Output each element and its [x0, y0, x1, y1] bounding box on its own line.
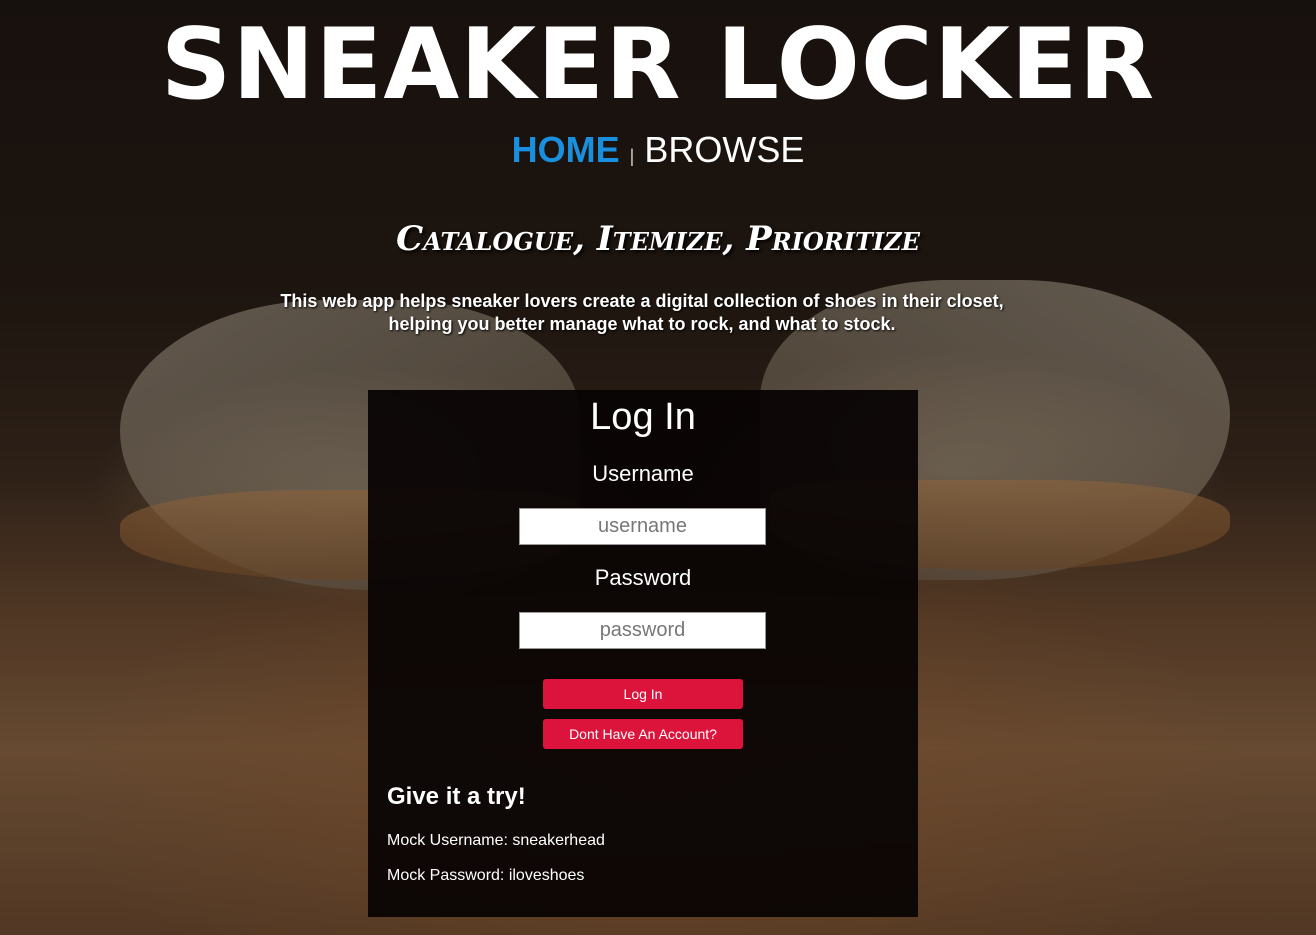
login-button[interactable]: Log In — [543, 679, 743, 709]
site-logo-title: SNEAKER LOCKER — [160, 8, 1156, 122]
password-label: Password — [594, 565, 692, 590]
signup-button[interactable]: Dont Have An Account? — [543, 719, 743, 749]
main-nav: HOME | BROWSE — [0, 128, 1316, 178]
mock-password-text: Mock Password: iloveshoes — [387, 867, 585, 884]
login-title: Log In — [590, 396, 696, 438]
username-label: Username — [592, 461, 694, 486]
login-panel: Log In Username Password Log In Dont Hav… — [368, 390, 918, 917]
username-input[interactable] — [519, 508, 766, 545]
tagline: Catalogue, Itemize, Prioritize — [396, 219, 920, 259]
password-input[interactable] — [519, 612, 766, 649]
nav-separator: | — [629, 146, 635, 166]
intro-text: This web app helps sneaker lovers create… — [280, 291, 1004, 334]
mock-username-text: Mock Username: sneakerhead — [387, 832, 605, 849]
try-it-heading: Give it a try! — [387, 783, 526, 810]
nav-home-link[interactable]: HOME — [512, 129, 620, 170]
nav-browse-link[interactable]: BROWSE — [644, 129, 804, 170]
